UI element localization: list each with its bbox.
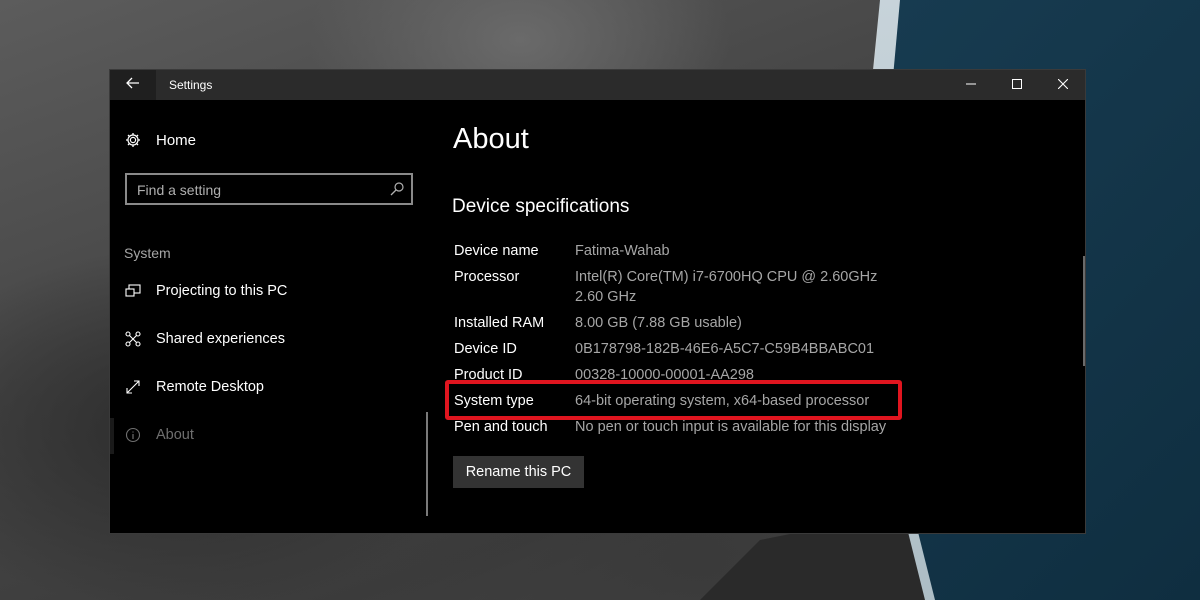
sidebar-item-shared-experiences[interactable]: Shared experiences	[124, 330, 285, 348]
maximize-icon	[1012, 76, 1022, 94]
search-input[interactable]: Find a setting	[137, 182, 221, 198]
spec-value: Fatima-Wahab	[575, 243, 670, 259]
spec-label: Pen and touch	[454, 419, 548, 435]
back-arrow-icon	[126, 76, 140, 94]
title-bar: Settings	[110, 70, 1085, 100]
spec-value: No pen or touch input is available for t…	[575, 419, 887, 435]
gear-icon	[124, 131, 142, 149]
home-nav-item[interactable]: Home	[124, 131, 196, 149]
close-icon	[1057, 76, 1069, 94]
sidebar-item-remote-desktop[interactable]: Remote Desktop	[124, 378, 264, 396]
spec-label: Processor	[454, 269, 520, 285]
sidebar-scrollbar[interactable]	[426, 412, 428, 516]
sidebar-item-label: Projecting to this PC	[156, 283, 288, 299]
selection-indicator	[110, 418, 114, 454]
sidebar-item-label: About	[156, 427, 194, 443]
home-label: Home	[156, 131, 197, 149]
sidebar-item-label: Remote Desktop	[156, 379, 264, 395]
shared-experiences-icon	[124, 330, 142, 348]
info-icon	[124, 426, 142, 444]
section-heading: Device specifications	[452, 196, 630, 217]
back-button[interactable]	[110, 70, 156, 100]
spec-label: Device ID	[454, 341, 517, 357]
spec-label: Device name	[454, 243, 539, 259]
remote-desktop-icon	[124, 378, 142, 396]
minimize-icon	[966, 76, 976, 94]
spec-value: Intel(R) Core(TM) i7-6700HQ CPU @ 2.60GH…	[575, 269, 878, 285]
minimize-button[interactable]	[948, 70, 994, 100]
settings-window: Settings Home Find a setting System Proj…	[109, 69, 1086, 534]
spec-value: 0B178798-182B-46E6-A5C7-C59B4BBABC01	[575, 341, 875, 357]
content-scrollbar[interactable]	[1083, 256, 1085, 366]
section-label-system: System	[124, 245, 171, 261]
search-box[interactable]: Find a setting	[125, 173, 413, 205]
spec-label: Installed RAM	[454, 315, 545, 331]
spec-value: 2.60 GHz	[575, 289, 637, 305]
sidebar-item-label: Shared experiences	[156, 331, 285, 347]
highlight-box	[445, 380, 902, 420]
sidebar-item-projecting[interactable]: Projecting to this PC	[124, 282, 287, 300]
page-title: About	[453, 123, 529, 155]
rename-pc-button[interactable]: Rename this PC	[453, 456, 584, 488]
maximize-button[interactable]	[994, 70, 1040, 100]
projector-icon	[124, 282, 142, 300]
window-title: Settings	[169, 78, 213, 92]
sidebar-item-about[interactable]: About	[124, 426, 194, 444]
search-icon[interactable]	[389, 181, 405, 197]
close-button[interactable]	[1040, 70, 1086, 100]
spec-value: 8.00 GB (7.88 GB usable)	[575, 315, 742, 331]
